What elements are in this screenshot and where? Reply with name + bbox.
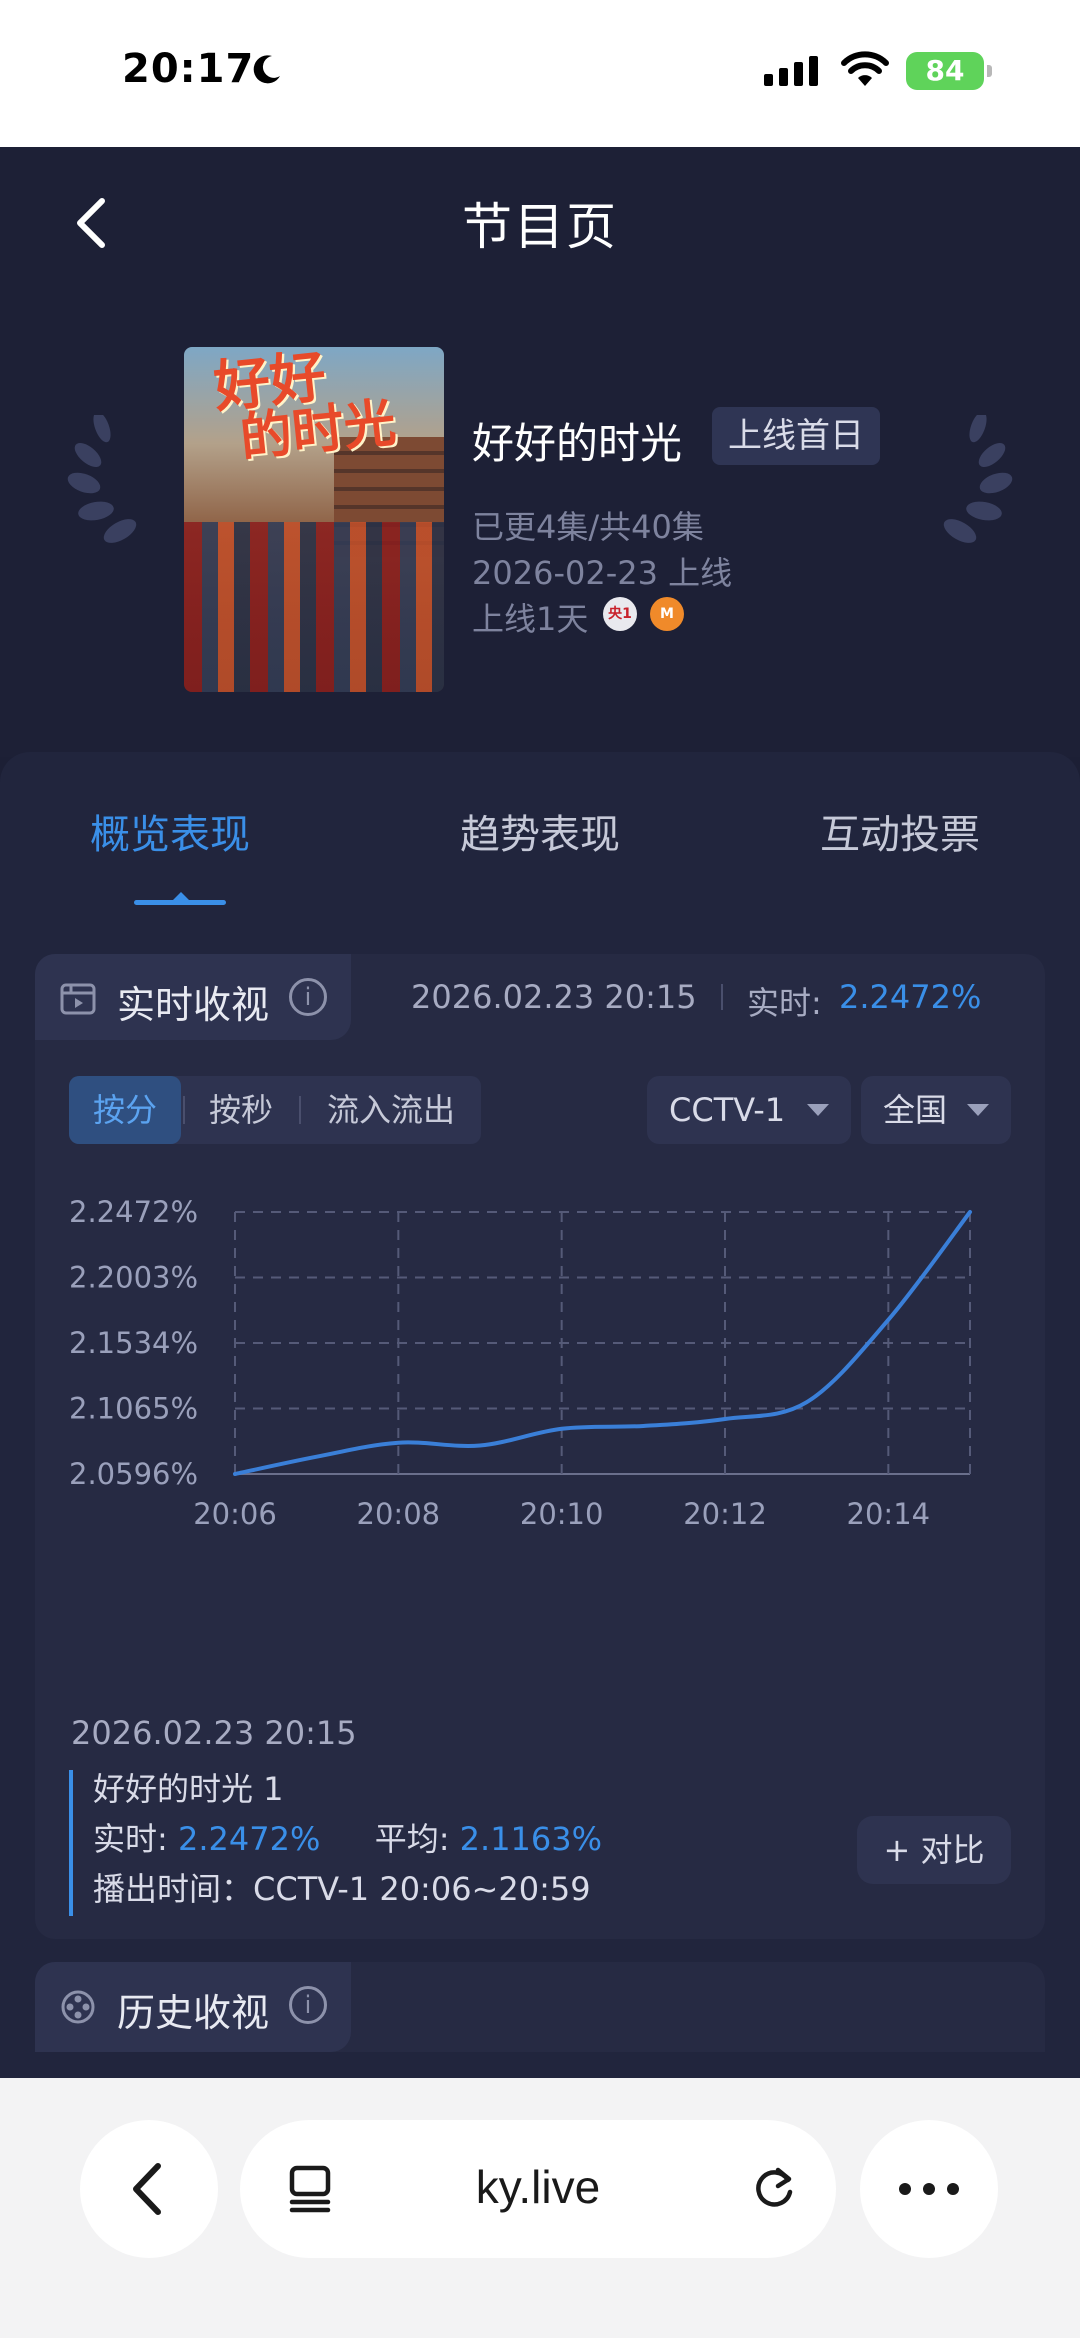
tooltip-realtime-label: 实时: xyxy=(93,1820,168,1858)
tab-overview[interactable]: 概览表现 xyxy=(90,802,250,860)
cctv1-logo-icon: 央1 xyxy=(603,597,637,631)
tab-indicator xyxy=(134,892,226,905)
info-icon[interactable]: i xyxy=(289,1986,327,2024)
laurel-left-icon xyxy=(67,415,137,543)
tab-vote[interactable]: 互动投票 xyxy=(820,802,980,860)
history-panel: 历史收视 i xyxy=(35,1962,1045,2052)
tooltip-realtime-value: 2.2472% xyxy=(177,1820,321,1858)
film-reel-icon xyxy=(61,1990,95,2024)
compare-button[interactable]: + 对比 xyxy=(857,1816,1011,1884)
release-date: 2026-02-23 上线 xyxy=(472,554,733,592)
reload-icon[interactable] xyxy=(746,2160,802,2216)
tooltip-avg-label: 平均: xyxy=(374,1820,450,1858)
browser-toolbar: ky.live xyxy=(0,2078,1080,2338)
page-header: 节目页 xyxy=(0,147,1080,297)
y-tick-label: 2.2003% xyxy=(69,1261,198,1295)
laurel-right-icon xyxy=(943,415,1013,543)
status-bar: 20:17 84 xyxy=(0,0,1080,147)
tooltip-avg-value: 2.1163% xyxy=(459,1820,603,1858)
x-tick-label: 20:10 xyxy=(520,1497,604,1531)
battery-indicator: 84 xyxy=(906,52,992,90)
history-title: 历史收视 xyxy=(117,1991,270,2035)
status-time: 20:17 xyxy=(122,46,255,92)
tooltip-stats: 实时: 2.2472% 平均: 2.1163% xyxy=(93,1814,602,1860)
online-days: 上线1天 xyxy=(472,600,589,638)
tooltip-air-time: 播出时间：CCTV-1 20:06~20:59 xyxy=(93,1870,591,1908)
x-tick-label: 20:12 xyxy=(683,1497,767,1531)
x-tick-label: 20:08 xyxy=(357,1497,441,1531)
moon-icon xyxy=(253,55,280,84)
battery-level: 84 xyxy=(925,54,965,87)
tooltip-series-name: 好好的时光 1 xyxy=(93,1770,284,1808)
chevron-left-icon xyxy=(133,2163,161,2215)
poster-cast xyxy=(184,522,444,692)
x-tick-label: 20:14 xyxy=(847,1497,931,1531)
program-name: 好好的时光 xyxy=(472,419,683,468)
y-tick-label: 2.1065% xyxy=(69,1392,198,1426)
series-color-bar xyxy=(69,1770,73,1916)
program-hero: 好好 的时光 好好的时光 上线首日 已更4集/共40集 2026-02-23 上… xyxy=(0,297,1080,757)
wifi-icon xyxy=(841,51,889,86)
episode-count: 已更4集/共40集 xyxy=(472,508,704,546)
y-tick-label: 2.2472% xyxy=(69,1195,198,1229)
tooltip-date: 2026.02.23 20:15 xyxy=(71,1714,357,1752)
history-section-header: 历史收视 i xyxy=(35,1962,351,2052)
more-dots-icon xyxy=(899,2183,959,2195)
address-bar[interactable]: ky.live xyxy=(240,2120,836,2258)
y-tick-label: 2.0596% xyxy=(69,1457,198,1491)
cellular-signal-icon xyxy=(764,56,818,86)
x-tick-label: 20:06 xyxy=(193,1497,277,1531)
poster-title-bottom: 的时光 xyxy=(237,393,399,469)
browser-more-button[interactable] xyxy=(860,2120,998,2258)
tab-trend[interactable]: 趋势表现 xyxy=(460,802,620,860)
mango-tv-logo-icon: M xyxy=(650,597,684,631)
realtime-panel: 实时收视 i 2026.02.23 20:15 实时: 2.2472% 按分 按… xyxy=(35,954,1045,1939)
overview-card: 概览表现 趋势表现 互动投票 实时收视 i 2026.02.23 20:15 实… xyxy=(0,752,1080,2078)
ratings-line-chart: 2.2472% 2.2003% 2.1534% 2.1065% 2.0596% 20:06… xyxy=(69,1195,972,1531)
status-badge: 上线首日 xyxy=(712,407,880,465)
program-poster[interactable]: 好好 的时光 xyxy=(184,347,444,692)
y-tick-label: 2.1534% xyxy=(69,1326,198,1360)
page-title: 节目页 xyxy=(462,198,618,256)
browser-back-button[interactable] xyxy=(80,2120,218,2258)
